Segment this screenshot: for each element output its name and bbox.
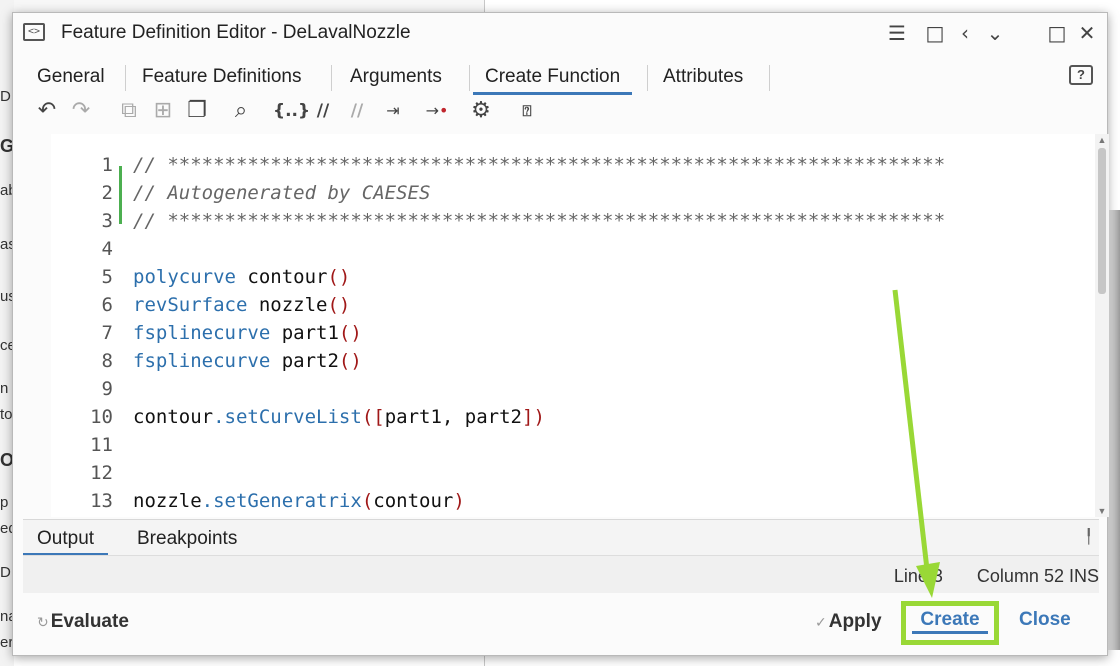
feature-definition-editor-dialog: <> Feature Definition Editor - DeLavalNo…: [12, 12, 1109, 656]
code-line[interactable]: fsplinecurve part1(): [133, 319, 362, 347]
tab-create-function[interactable]: Create Function: [473, 61, 633, 95]
code-line[interactable]: nozzle.setGeneratrix(contour): [133, 487, 465, 515]
line-number: 8: [101, 350, 113, 372]
tab-arguments[interactable]: Arguments: [338, 61, 454, 95]
refresh-icon: ↻: [37, 614, 49, 630]
redo-icon[interactable]: ↷: [67, 97, 95, 125]
tab-output[interactable]: Output: [23, 524, 109, 556]
breakpoint-icon[interactable]: →•: [423, 97, 451, 125]
create-button[interactable]: Create: [901, 601, 999, 645]
line-number: 11: [90, 434, 113, 456]
chevron-left-icon[interactable]: ‹: [953, 21, 977, 45]
background-text: D: [0, 564, 11, 581]
code-line[interactable]: polycurve contour(): [133, 263, 350, 291]
window-title: Feature Definition Editor - DeLavalNozzl…: [61, 22, 411, 43]
output-pane: Line 3 Column 52 INS: [23, 555, 1099, 593]
search-icon[interactable]: ⌕: [227, 97, 255, 125]
tab-bar: General Feature Definitions Arguments Cr…: [13, 61, 1107, 95]
braces-icon[interactable]: {..}: [273, 97, 310, 125]
background-text: to: [0, 406, 13, 423]
code-line[interactable]: // Autogenerated by CAESES: [133, 179, 430, 207]
tab-feature-definitions[interactable]: Feature Definitions: [130, 61, 313, 95]
status-column: Column 52: [976, 566, 1064, 586]
create-underline: [912, 631, 988, 634]
pin-icon[interactable]: ╿: [1085, 528, 1093, 545]
change-marker: [119, 166, 122, 224]
code-line[interactable]: // *************************************…: [133, 151, 945, 179]
code-line[interactable]: nozzle.setPrincipalAxis("X"): [133, 515, 453, 517]
line-number: 5: [101, 266, 113, 288]
tab-breakpoints[interactable]: Breakpoints: [123, 524, 251, 556]
scroll-up-icon[interactable]: ▲: [1095, 134, 1109, 146]
tab-general[interactable]: General: [25, 61, 117, 95]
tab-separator: [769, 65, 770, 91]
apply-label: Apply: [828, 611, 882, 632]
code-editor[interactable]: 1234567891011121314 // *****************…: [51, 134, 1095, 517]
tab-separator: [125, 65, 126, 91]
status-mode: INS: [1068, 566, 1099, 586]
status-bar: Line 3 Column 52 INS: [894, 566, 1099, 587]
chevron-down-icon[interactable]: ⌄: [983, 21, 1007, 45]
line-number: 1: [101, 154, 113, 176]
line-number: 9: [101, 378, 113, 400]
evaluate-button[interactable]: ↻ Evaluate: [37, 611, 129, 633]
line-number: 4: [101, 238, 113, 260]
status-line: Line 3: [893, 566, 943, 586]
indent-icon[interactable]: ⇥: [379, 97, 407, 125]
help-icon[interactable]: ?: [1069, 65, 1093, 85]
line-number: 13: [90, 490, 113, 512]
tab-separator: [647, 65, 648, 91]
check-icon: ✓: [815, 614, 827, 630]
tab-attributes[interactable]: Attributes: [651, 61, 755, 95]
undo-icon[interactable]: ↶: [33, 97, 61, 125]
background-text: D: [0, 88, 11, 105]
scrollbar-thumb[interactable]: [1098, 148, 1106, 294]
tab-separator: [469, 65, 470, 91]
apply-button[interactable]: ✓ Apply: [815, 611, 882, 633]
output-tab-bar: Output Breakpoints ╿: [23, 519, 1099, 556]
line-number: 2: [101, 182, 113, 204]
close-icon[interactable]: ✕: [1075, 21, 1099, 45]
line-number-gutter: 1234567891011121314: [51, 134, 119, 517]
editor-scrollbar[interactable]: ▲ ▼: [1095, 134, 1109, 517]
paste-icon[interactable]: ❐: [183, 97, 211, 125]
background-text: p: [0, 494, 9, 511]
code-window-icon: <>: [23, 23, 45, 41]
maximize-icon[interactable]: □: [1045, 21, 1069, 45]
line-number: 7: [101, 322, 113, 344]
code-line[interactable]: // *************************************…: [133, 207, 945, 235]
add-copy-icon[interactable]: ⊞: [149, 97, 177, 125]
editor-toolbar: ↶ ↷ ⧉ ⊞ ❐ ⌕ {..} // // ⇥ →• ⚙ ⍰: [23, 95, 583, 127]
close-button[interactable]: Close: [1019, 609, 1071, 631]
scroll-down-icon[interactable]: ▼: [1095, 505, 1109, 517]
restore-icon[interactable]: □: [923, 21, 947, 45]
line-number: 6: [101, 294, 113, 316]
line-number: 12: [90, 462, 113, 484]
help-icon[interactable]: ⍰: [513, 97, 541, 125]
uncomment-icon[interactable]: //: [343, 97, 371, 125]
copy-icon[interactable]: ⧉: [115, 97, 143, 125]
tab-separator: [331, 65, 332, 91]
line-number: 3: [101, 210, 113, 232]
title-bar[interactable]: <> Feature Definition Editor - DeLavalNo…: [13, 13, 1107, 55]
comment-icon[interactable]: //: [309, 97, 337, 125]
dialog-footer: ↻ Evaluate ✓ Apply Create Close: [23, 597, 1099, 647]
code-line[interactable]: contour.setCurveList([part1, part2]): [133, 403, 545, 431]
evaluate-label: Evaluate: [50, 611, 129, 632]
sort-list-icon[interactable]: ☰: [885, 21, 909, 45]
code-line[interactable]: revSurface nozzle(): [133, 291, 350, 319]
create-label: Create: [920, 609, 980, 630]
code-line[interactable]: fsplinecurve part2(): [133, 347, 362, 375]
settings-icon[interactable]: ⚙: [467, 97, 495, 125]
line-number: 10: [90, 406, 113, 428]
background-text: n: [0, 380, 9, 397]
